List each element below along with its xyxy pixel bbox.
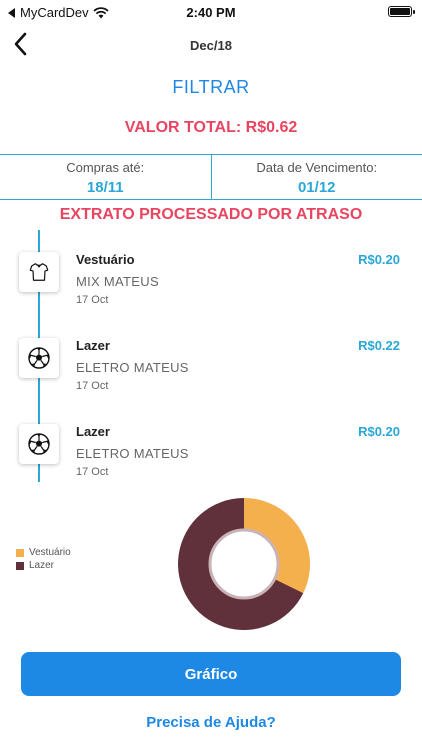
battery-icon <box>388 6 415 17</box>
purchases-until-cell: Compras até: 18/11 <box>0 155 211 199</box>
transaction-category: Lazer <box>76 338 110 353</box>
purchases-until-label: Compras até: <box>66 160 145 175</box>
transaction-row[interactable]: Vestuário MIX MATEUS 17 Oct R$0.20 <box>0 252 422 322</box>
page-title: Dec/18 <box>190 38 232 53</box>
total-value: VALOR TOTAL: R$0.62 <box>124 119 298 136</box>
status-time: 2:40 PM <box>186 5 236 20</box>
category-icon-box <box>19 424 59 464</box>
nav-bar: Dec/18 <box>0 28 422 62</box>
category-icon-box <box>19 252 59 292</box>
due-date-value: 01/12 <box>297 179 336 196</box>
due-date-label: Data de Vencimento: <box>256 160 378 175</box>
transaction-date: 17 Oct <box>76 380 109 392</box>
chart-button[interactable]: Gráfico <box>21 652 401 696</box>
legend-item-lazer: Lazer <box>16 559 71 572</box>
due-date-cell: Data de Vencimento: 01/12 <box>210 155 422 199</box>
back-button[interactable] <box>10 30 34 58</box>
status-right <box>388 6 415 17</box>
transaction-merchant: ELETRO MATEUS <box>76 446 189 461</box>
transaction-row[interactable]: Lazer ELETRO MATEUS 17 Oct R$0.20 <box>0 424 422 494</box>
transaction-category: Vestuário <box>76 252 135 267</box>
transaction-amount: R$0.22 <box>358 338 400 353</box>
transaction-date: 17 Oct <box>76 466 109 478</box>
legend-swatch <box>16 561 24 570</box>
transaction-merchant: ELETRO MATEUS <box>76 360 189 375</box>
status-bar: MyCardDev 2:40 PM <box>0 0 422 26</box>
transaction-category: Lazer <box>76 424 110 439</box>
transaction-row[interactable]: Lazer ELETRO MATEUS 17 Oct R$0.22 <box>0 338 422 408</box>
transaction-date: 17 Oct <box>76 294 109 306</box>
legend-swatch <box>16 548 24 557</box>
legend-item-vestuario: Vestuário <box>16 546 71 559</box>
purchases-until-value: 18/11 <box>86 179 124 196</box>
soccer-ball-icon <box>28 347 50 369</box>
category-icon-box <box>19 338 59 378</box>
chart-legend: Vestuário Lazer <box>16 546 71 572</box>
transaction-amount: R$0.20 <box>358 252 400 267</box>
legend-label: Lazer <box>29 560 55 571</box>
donut-hole <box>208 528 280 600</box>
transaction-amount: R$0.20 <box>358 424 400 439</box>
legend-label: Vestuário <box>29 547 71 558</box>
donut-chart <box>178 498 310 630</box>
soccer-ball-icon <box>28 433 50 455</box>
chevron-left-icon <box>14 32 27 56</box>
transaction-merchant: MIX MATEUS <box>76 274 159 289</box>
shirt-icon <box>29 263 49 281</box>
date-summary: Compras até: 18/11 Data de Vencimento: 0… <box>0 154 422 200</box>
help-link[interactable]: Precisa de Ajuda? <box>0 714 422 731</box>
filter-button[interactable]: FILTRAR <box>0 77 422 98</box>
statement-status: EXTRATO PROCESSADO POR ATRASO <box>59 206 363 223</box>
